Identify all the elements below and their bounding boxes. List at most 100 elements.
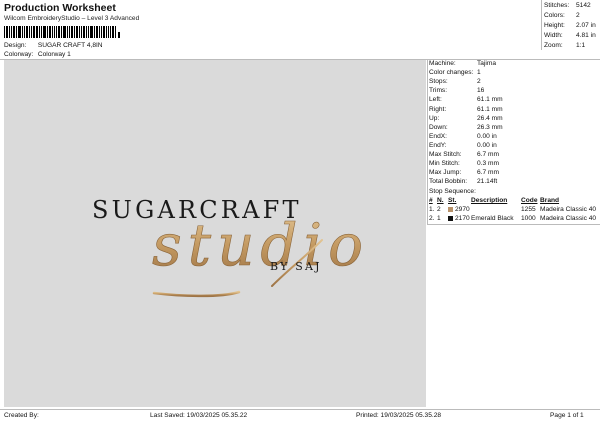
barcode-bar [9,26,10,38]
cell-description [471,205,521,214]
barcode-bar [110,26,111,38]
barcode-bar [99,26,100,38]
detail-row: Min Stitch: 0.3 mm [429,159,597,168]
detail-value: 0.3 mm [477,160,499,168]
detail-label: Trims: [429,87,448,95]
cell-code: 1000 [521,215,536,223]
detail-value: 0.00 in [477,132,497,140]
barcode-bar [54,26,55,38]
colorway-value: Colorway 1 [37,51,71,58]
summary-value: 5142 [576,2,591,9]
software-subtitle: Wilcom EmbroideryStudio – Level 3 Advanc… [4,15,140,22]
barcode-bar [86,26,87,38]
summary-label: Zoom: [544,42,563,49]
barcode-bar [52,26,53,38]
summary-label: Colors: [544,12,565,19]
detail-label: Max Jump: [429,169,462,177]
detail-row: Max Stitch: 6.7 mm [429,150,597,159]
details-panel: Machine: Tajima Color changes: 1 Stops: 2 T… [429,59,597,223]
col-header-brand: Brand [540,197,560,205]
detail-value: 2 [477,78,481,86]
created-by: Created By: [4,412,39,419]
cell-brand: Madeira Classic 40 [540,215,597,223]
detail-row: Total Bobbin: 21.14ft [429,177,597,186]
barcode-bar [81,26,82,38]
barcode-bar [108,26,109,38]
detail-value: 21.14ft [477,178,498,186]
design-preview: SUGARCRAFT studio BY SAJ [4,60,426,407]
stop-sequence-title: Stop Sequence: [429,188,476,196]
summary-label: Height: [544,22,565,29]
cell-n: 1 [437,215,441,223]
barcode-bar [67,26,68,38]
barcode-bar [101,26,102,38]
detail-label: Stops: [429,78,448,86]
barcode-bar [18,26,21,38]
barcode-bar [11,26,12,38]
detail-label: Left: [429,96,442,104]
barcode-bar [79,26,80,38]
barcode-bar [39,26,40,38]
barcode-bar [16,26,17,38]
barcode-bar [61,26,62,38]
summary-panel: Stitches: 5142 Colors: 2 Height: 2.07 in Wi… [544,2,596,52]
barcode-bar [43,26,46,38]
cell-st-value: 2970 [455,206,470,214]
logo-swash [152,290,241,298]
cell-brand: Madeira Classic 40 [540,206,597,214]
cell-st: 2170 [448,214,471,223]
barcode-bar [33,26,35,38]
barcode-bar [94,26,95,38]
barcode-bar [96,26,98,38]
barcode-bar [106,26,107,38]
design-value: SUGAR CRAFT 4,8IN [37,42,103,49]
detail-label: Max Stitch: [429,150,462,158]
detail-label: Machine: [429,60,456,68]
summary-row: Height: 2.07 in [544,22,596,32]
detail-value: 61.1 mm [477,96,503,104]
barcode-bar [31,26,32,38]
panel-bottom-divider [427,224,600,225]
summary-value: 2 [576,12,580,19]
table-row: 1. 2 2970 1255 Madeira Classic 40 [429,205,597,214]
detail-label: Color changes: [429,69,474,77]
design-label: Design: [4,42,27,49]
barcode-bar [29,26,30,38]
barcode-bar [74,26,75,38]
barcode-bar [69,26,70,38]
printed-date: Printed: 19/03/2025 05.35.28 [356,412,442,419]
barcode-bar [24,26,25,38]
detail-label: Down: [429,123,448,131]
col-header-description: Description [471,197,508,205]
last-saved: Last Saved: 19/03/2025 05.35.22 [150,412,248,419]
detail-value: 0.00 in [477,141,497,149]
summary-value: 1:1 [576,42,586,49]
table-row: 2. 1 2170 Emerald Black 1000 Madeira Cla… [429,214,597,223]
design-row: Design: SUGAR CRAFT 4,8IN [4,42,103,49]
cell-code: 1255 [521,206,536,214]
barcode-end-mark [118,32,120,38]
detail-label: Total Bobbin: [429,178,468,186]
summary-row: Zoom: 1:1 [544,42,596,52]
barcode [4,25,150,38]
barcode-bar [22,26,23,38]
detail-label: EndX: [429,132,447,140]
barcode-bar [63,26,66,38]
col-header-num: # [429,197,433,205]
cell-st-value: 2170 [455,215,470,223]
detail-row: Color changes: 1 [429,68,597,77]
summary-row: Colors: 2 [544,12,596,22]
page-number: Page 1 of 1 [550,412,584,419]
summary-divider [541,0,542,50]
cell-num: 1. [429,206,435,214]
barcode-bar [76,26,78,38]
footer-divider [0,409,600,410]
barcode-bar [58,26,60,38]
barcode-bar [26,26,28,38]
detail-row: Trims: 16 [429,86,597,95]
cell-num: 2. [429,215,435,223]
color-swatch [448,216,453,222]
detail-value: 6.7 mm [477,169,499,177]
logo-word-studio: studio [152,211,369,279]
details-divider [427,59,428,224]
